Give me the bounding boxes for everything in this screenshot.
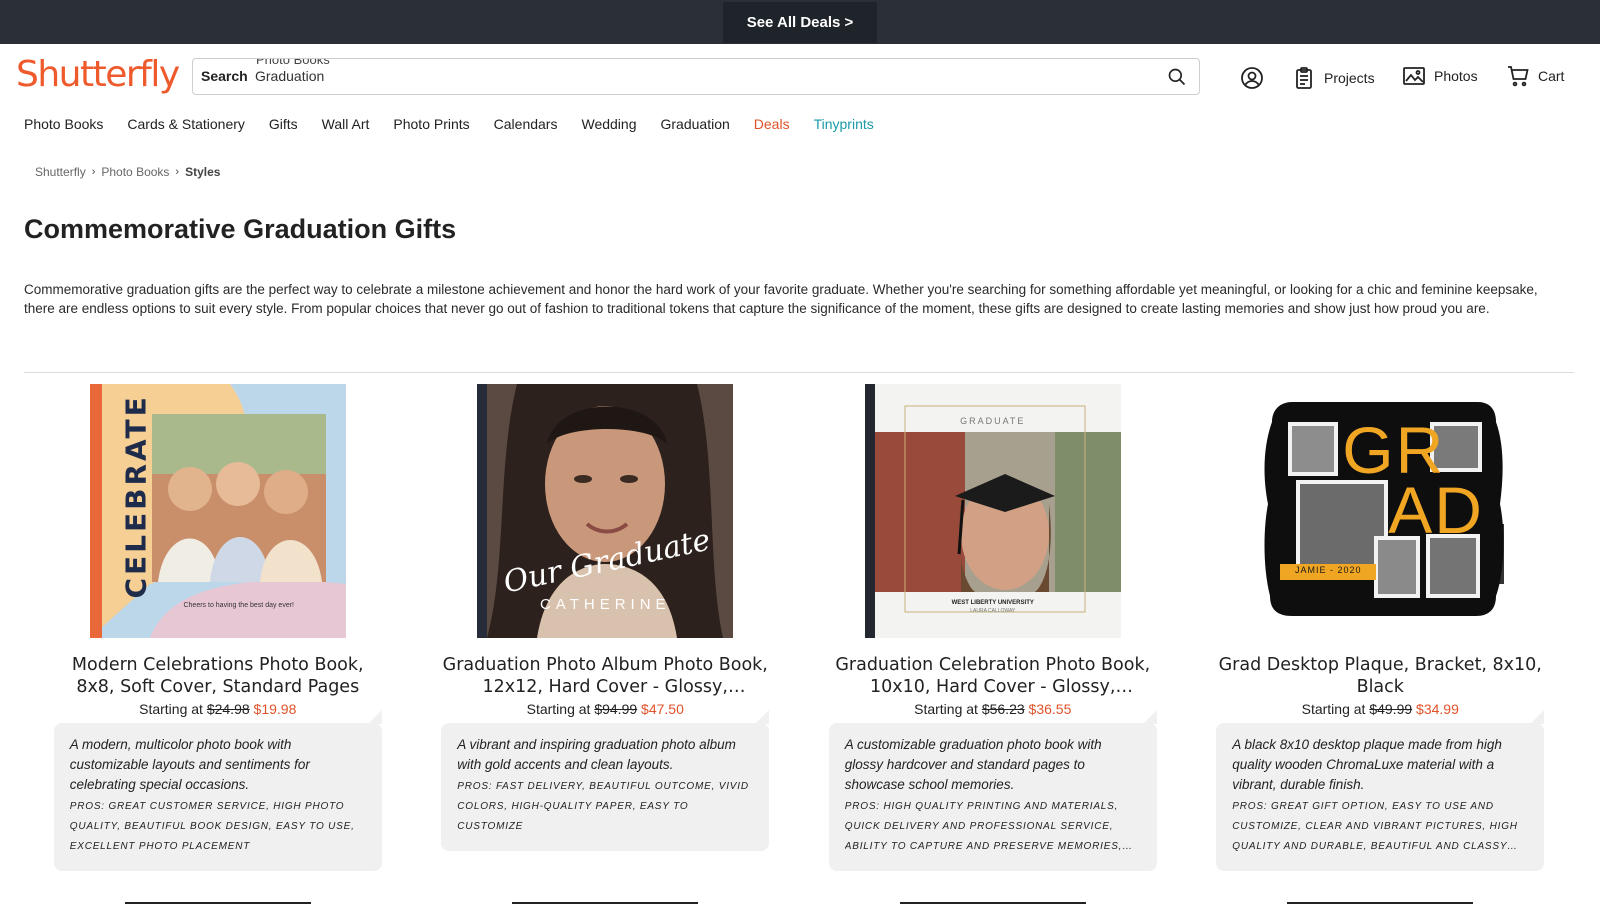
product-grid: CELEBRATE Cheers to having the best day … [24,384,1574,904]
plaque-caption: JAMIE - 2020 [1294,565,1362,575]
product-card[interactable]: Our Graduate CATHERINE Graduation Photo … [412,384,800,904]
product-image[interactable]: Our Graduate CATHERINE [477,384,734,638]
cart-button[interactable]: Cart [1506,64,1564,88]
photos-button[interactable]: Photos [1402,64,1478,88]
product-image[interactable]: GR AD JAMIE - 2020 [1252,384,1509,638]
review-text: A vibrant and inspiring graduation photo… [457,737,736,772]
original-price: $49.99 [1369,701,1413,717]
see-all-deals-button[interactable]: See All Deals > [722,1,878,43]
review-summary: A vibrant and inspiring graduation photo… [441,710,770,851]
original-price: $24.98 [206,701,250,717]
search-input[interactable] [255,68,1115,84]
cover-name: CATHERINE [539,596,671,613]
price-prefix: Starting at [1301,701,1366,717]
product-image[interactable]: GRADUATE WEST LIBERTY UNIVERSITY LAURA C… [864,384,1121,638]
product-price: Starting at $49.99 $34.99 [1302,701,1459,717]
review-text: A modern, multicolor photo book with cus… [69,737,310,792]
product-name[interactable]: Graduation Photo Album Photo Book, 12x12… [440,654,770,698]
chevron-right-icon: › [91,166,96,178]
account-button[interactable] [1240,66,1264,90]
plaque-text-ad: AD [1388,473,1484,547]
product-card[interactable]: CELEBRATE Cheers to having the best day … [24,384,412,904]
review-summary: A black 8x10 desktop plaque made from hi… [1216,710,1545,871]
search-bar[interactable]: Search Photo Books [192,58,1200,95]
product-card[interactable]: GR AD JAMIE - 2020 Grad Desktop Plaque, … [1187,384,1575,904]
nav-graduation[interactable]: Graduation [661,116,730,132]
cover-heading: GRADUATE [960,416,1026,426]
sale-price: $19.98 [253,701,297,717]
product-image[interactable]: CELEBRATE Cheers to having the best day … [89,384,346,638]
page-intro: Commemorative graduation gifts are the p… [24,282,1538,316]
shutterfly-logo[interactable]: Shutterfly [16,54,180,95]
projects-label: Projects [1324,70,1375,86]
main-nav: Photo Books Cards & Stationery Gifts Wal… [24,116,898,132]
nav-photo-books[interactable]: Photo Books [24,116,103,132]
nav-wall-art[interactable]: Wall Art [322,116,370,132]
review-summary: A customizable graduation photo book wit… [828,710,1157,871]
breadcrumb-shutterfly[interactable]: Shutterfly [35,165,86,179]
review-text: A customizable graduation photo book wit… [844,737,1102,792]
product-name[interactable]: Graduation Celebration Photo Book, 10x10… [828,654,1158,698]
product-card[interactable]: GRADUATE WEST LIBERTY UNIVERSITY LAURA C… [799,384,1187,904]
price-prefix: Starting at [914,701,978,717]
promo-bar: See All Deals > [0,0,1600,44]
page-title: Commemorative Graduation Gifts [24,214,457,244]
projects-icon [1296,67,1312,89]
review-summary: A modern, multicolor photo book with cus… [53,710,382,871]
search-label: Search [201,68,248,84]
search-suggestion-ghost: Photo Books [256,58,330,67]
review-text: A black 8x10 desktop plaque made from hi… [1232,737,1502,792]
cover-caption: Cheers to having the best day ever! [183,602,294,609]
breadcrumb-photo-books[interactable]: Photo Books [101,165,169,179]
product-price: Starting at $94.99 $47.50 [527,701,684,717]
review-pros: Pros: Great customer service, High photo… [69,801,355,852]
nav-cards-stationery[interactable]: Cards & Stationery [127,116,245,132]
product-name[interactable]: Grad Desktop Plaque, Bracket, 8x10, Blac… [1215,654,1545,698]
divider [24,372,1574,373]
header: Shutterfly Search Photo Books Projects P… [0,44,1600,112]
original-price: $56.23 [981,701,1025,717]
review-pros: Pros: Fast delivery, Beautiful outcome, … [457,781,749,832]
price-prefix: Starting at [526,701,591,717]
product-price: Starting at $24.98 $19.98 [139,701,296,717]
projects-button[interactable]: Projects [1292,66,1375,90]
cover-subcaption: LAURA CALLOWAY [970,608,1016,614]
photos-label: Photos [1434,68,1478,84]
product-price: Starting at $56.23 $36.55 [914,701,1071,717]
nav-calendars[interactable]: Calendars [494,116,558,132]
search-icon[interactable] [1167,67,1187,87]
cover-caption: WEST LIBERTY UNIVERSITY [951,600,1034,606]
chevron-right-icon: › [175,166,180,178]
cover-title-vertical: CELEBRATE [119,394,153,599]
price-prefix: Starting at [139,701,203,717]
sale-price: $47.50 [641,701,684,717]
cart-icon [1508,66,1529,87]
nav-photo-prints[interactable]: Photo Prints [393,116,469,132]
nav-gifts[interactable]: Gifts [269,116,298,132]
photos-icon [1403,67,1425,85]
review-pros: Pros: High quality printing and material… [844,801,1123,852]
nav-wedding[interactable]: Wedding [581,116,636,132]
nav-tinyprints[interactable]: Tinyprints [814,116,874,132]
nav-deals[interactable]: Deals [754,116,790,132]
cart-label: Cart [1538,68,1565,84]
account-icon [1241,67,1263,89]
breadcrumb: Shutterfly › Photo Books › Styles [35,165,220,179]
product-name[interactable]: Modern Celebrations Photo Book, 8x8, Sof… [53,654,383,698]
sale-price: $36.55 [1028,701,1072,717]
breadcrumb-styles: Styles [185,165,221,179]
review-pros: Pros: Great gift option, Easy to use and… [1232,801,1518,852]
original-price: $94.99 [594,701,638,717]
sale-price: $34.99 [1416,701,1459,717]
